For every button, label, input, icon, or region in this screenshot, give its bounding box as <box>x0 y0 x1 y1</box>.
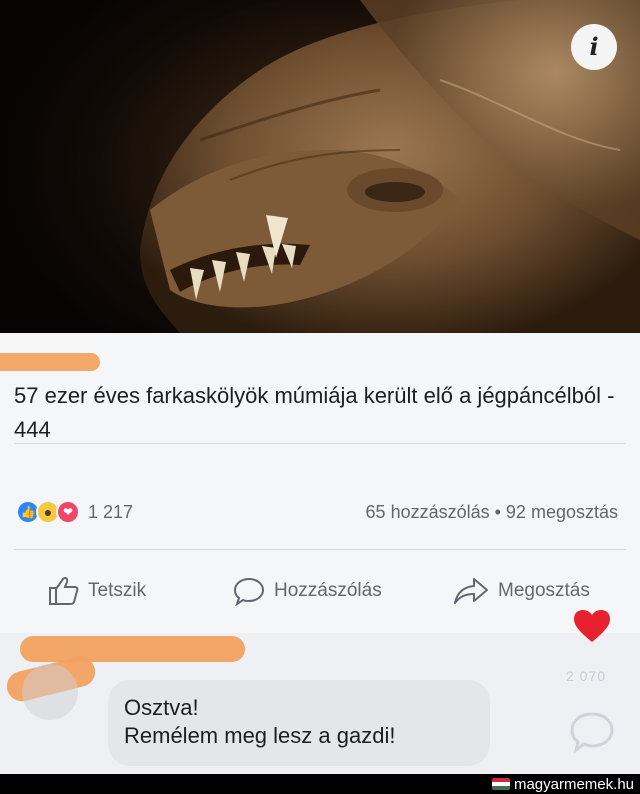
avatar[interactable] <box>22 664 78 720</box>
post-photo[interactable]: i <box>0 0 640 333</box>
faint-count: 2 070 <box>566 668 607 684</box>
link-preview-card[interactable]: 57 ezer éves farkaskölyök múmiája került… <box>0 333 640 633</box>
comment-icon[interactable] <box>568 710 616 754</box>
share-button[interactable]: Megosztás <box>452 571 590 611</box>
hungarian-flag-icon <box>491 778 510 790</box>
like-label: Tetszik <box>88 580 147 601</box>
watermark: magyarmemek.hu <box>491 774 634 794</box>
wolf-mummy-image <box>0 0 640 333</box>
info-button[interactable]: i <box>571 24 617 70</box>
redaction-mark <box>20 636 245 662</box>
comment-line: Osztva! <box>124 695 199 720</box>
reaction-summary[interactable]: 👍 ● ❤ 1 217 <box>16 499 133 525</box>
comment-label: Hozzászólás <box>274 580 382 601</box>
watermark-bar: magyarmemek.hu <box>0 774 640 794</box>
action-bar: Tetszik Hozzászólás Megosztás <box>0 571 640 611</box>
post-headline[interactable]: 57 ezer éves farkaskölyök múmiája került… <box>14 379 629 447</box>
reaction-count: 1 217 <box>88 501 134 522</box>
divider <box>14 549 626 550</box>
divider <box>14 443 626 444</box>
heart-icon[interactable] <box>572 608 612 644</box>
speech-bubble-icon <box>233 577 265 606</box>
share-label: Megosztás <box>498 580 590 601</box>
comment-bubble[interactable]: Osztva! Remélem meg lesz a gazdi! <box>108 680 490 766</box>
share-arrow-icon <box>454 578 488 604</box>
watermark-text: magyarmemek.hu <box>513 775 634 793</box>
comment-button[interactable]: Hozzászólás <box>232 571 382 611</box>
comment-line: Remélem meg lesz a gazdi! <box>124 723 396 748</box>
love-icon: ❤ <box>56 500 80 524</box>
redaction-mark <box>0 353 100 371</box>
like-button[interactable]: Tetszik <box>46 571 146 611</box>
thumbs-up-icon <box>49 577 79 605</box>
comment-share-stats[interactable]: 65 hozzászólás • 92 megosztás <box>366 499 618 525</box>
